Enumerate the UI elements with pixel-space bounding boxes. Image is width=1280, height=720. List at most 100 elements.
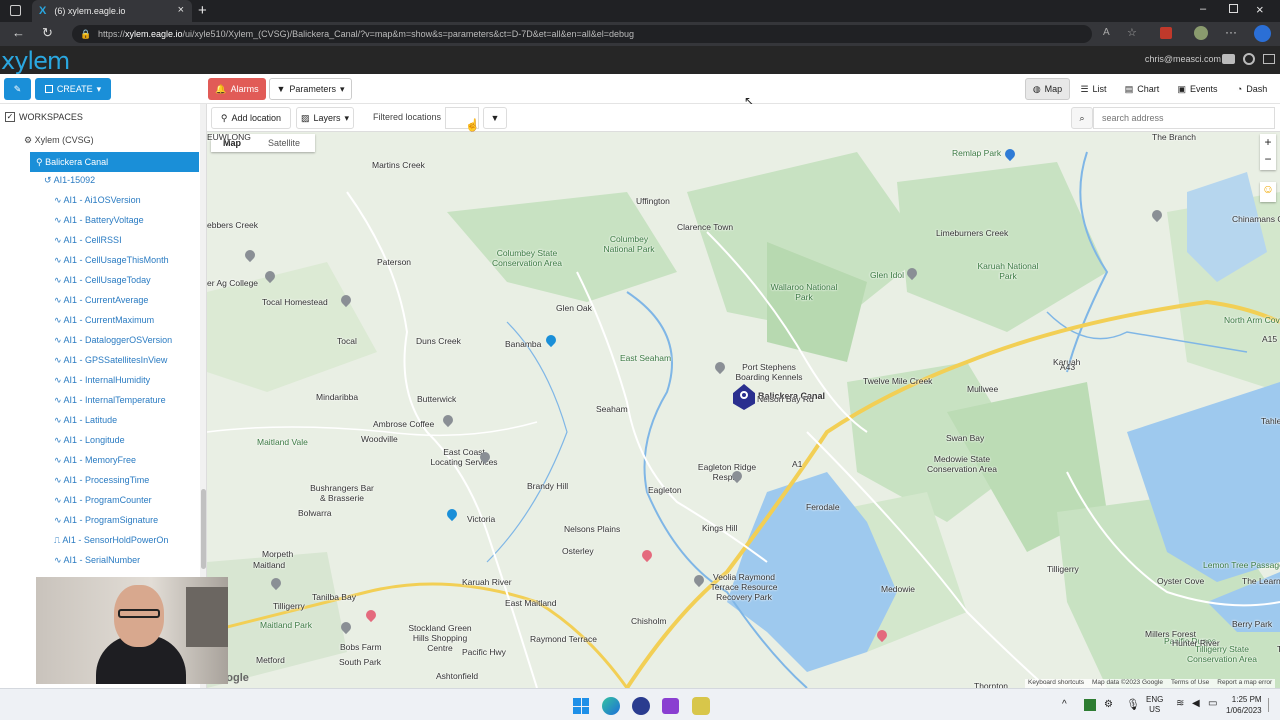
zoom-out-button[interactable]: − [1260,151,1276,168]
zoom-in-button[interactable]: + [1260,134,1276,151]
parameter-item[interactable]: ∿ AI1 - CellUsageThisMonth [54,255,169,266]
extension-icon[interactable] [1160,27,1172,39]
parameter-item[interactable]: ∿ AI1 - MemoryFree [54,455,136,466]
map-place-label: Ashtonfield [436,671,479,681]
search-address-input[interactable] [1093,107,1275,129]
microphone-icon[interactable]: 🎙 [1126,698,1140,711]
alarms-button[interactable]: 🔔 Alarms [208,78,266,100]
parameter-item[interactable]: ∿ AI1 - BatteryVoltage [54,215,144,226]
marker-target-icon [740,391,748,399]
parameter-item[interactable]: ∿ AI1 - DataloggerOSVersion [54,335,172,346]
favorite-icon[interactable]: ☆ [1127,26,1137,39]
tree-scroll-thumb[interactable] [201,489,206,569]
language-indicator[interactable]: ENG US [1146,695,1163,715]
dashboard-icon: ◔ [1236,84,1243,94]
parameter-item[interactable]: ∿ AI1 - CurrentAverage [54,295,148,306]
pen-app-icon[interactable] [632,697,650,715]
teams-tray-icon[interactable]: ⚙ [1104,699,1113,710]
map-place-label: The Learning Terrace Child Care... [1242,576,1280,586]
workspace-node[interactable]: ⚙ Xylem (CVSG) [24,135,94,146]
url-field[interactable]: 🔒 https://xylem.eagle.io/ui/xyle510/Xyle… [72,25,1092,43]
profile-avatar[interactable] [1194,26,1208,40]
tray-expand-icon[interactable]: ^ [1062,699,1067,710]
parameter-item[interactable]: ∿ AI1 - ProgramCounter [54,495,152,506]
tab-actions-icon[interactable] [10,5,21,16]
parameter-item[interactable]: ∿ AI1 - CellUsageToday [54,275,151,286]
map-place-label: Medowie [881,584,916,594]
map-type-satellite-button[interactable]: Satellite [253,134,315,152]
view-chart-button[interactable]: ▤ Chart [1118,78,1166,100]
map-canvas[interactable]: Map Satellite + − ☺ Balickera Canal Mart… [207,132,1280,688]
keyboard-icon[interactable] [1263,54,1275,64]
keyboard-shortcuts-link[interactable]: Keyboard shortcuts [1028,679,1084,688]
parameter-item[interactable]: ∿ AI1 - ProcessingTime [54,475,149,486]
parameter-label: AI1 - Longitude [63,435,125,445]
create-button[interactable]: CREATE ▾ [35,78,111,100]
reload-icon[interactable]: ↻ [42,25,53,41]
add-location-button[interactable]: ⚲ Add location [211,107,291,129]
search-button[interactable]: ⌕ [1071,107,1093,129]
waveform-icon: ∿ [54,395,64,405]
street-view-pegman-icon[interactable]: ☺ [1260,182,1276,202]
bing-icon[interactable] [1254,25,1271,42]
workspaces-checkbox[interactable]: ✓ [5,112,15,122]
parameter-item[interactable]: ∿ AI1 - ProgramSignature [54,515,158,526]
clock[interactable]: 1:25 PM 1/06/2023 [1226,694,1262,716]
source-icon: ↺ [44,175,52,185]
parameter-item[interactable]: ∿ AI1 - Ai1OSVersion [54,195,141,206]
minimize-button[interactable]: – [1200,3,1206,15]
user-menu[interactable]: chris@measci.com ▾ [1145,54,1228,65]
close-window-button[interactable]: × [1256,2,1264,17]
parameter-item[interactable]: ∿ AI1 - CellRSSI [54,235,122,246]
back-icon[interactable]: ← [12,25,25,40]
terms-link[interactable]: Terms of Use [1171,679,1209,688]
notes-app-icon[interactable] [692,697,710,715]
view-list-button[interactable]: ☰ List [1073,78,1114,100]
selected-location-node[interactable]: ⚲ Balickera Canal [30,152,199,172]
source-node[interactable]: ↺ AI1-15092 [44,175,95,186]
xylem-logo[interactable]: xylem [1,47,70,75]
more-menu-icon[interactable]: ··· [1225,25,1237,39]
map-data-text: Map data ©2023 Google [1092,679,1163,686]
map-place-label: Ambrose Coffee [373,419,435,429]
filter-button[interactable]: ▼ [483,107,507,129]
report-error-link[interactable]: Report a map error [1217,679,1272,688]
edge-icon[interactable] [602,697,620,715]
parameters-button[interactable]: ▼ Parameters ▾ [269,78,352,100]
zoom-control: + − [1260,134,1276,170]
map-place-label: Maitland [253,560,286,570]
view-dash-button[interactable]: ◔ Dash [1229,78,1275,100]
map-place-label: Paterson [377,257,412,267]
windows-start-icon[interactable] [573,698,589,714]
show-desktop-button[interactable] [1268,698,1274,712]
book-icon: ▣ [1177,83,1186,94]
parameter-item[interactable]: ∿ AI1 - InternalTemperature [54,395,166,406]
parameter-item[interactable]: ∿ AI1 - CurrentMaximum [54,315,154,326]
map-place-label: Glen Oak [556,303,592,313]
help-icon[interactable] [1243,53,1255,65]
read-aloud-icon[interactable]: A [1103,27,1110,38]
waveform-icon: ∿ [54,435,64,445]
parameter-item[interactable]: ∿ AI1 - Latitude [54,415,117,426]
browser-tab[interactable]: X (6) xylem.eagle.io × [32,0,192,22]
tray-app-icon[interactable] [1084,699,1096,711]
parameter-item[interactable]: ∿ AI1 - InternalHumidity [54,375,150,386]
close-tab-icon[interactable]: × [178,4,184,16]
tools-button[interactable]: ✎ [4,78,31,100]
new-tab-button[interactable]: + [198,2,207,19]
parameter-item[interactable]: ∿ AI1 - GPSSatellitesInView [54,355,167,366]
parameter-item[interactable]: ∿ AI1 - SerialNumber [54,555,140,566]
parameter-item[interactable]: ∿ AI1 - Longitude [54,435,125,446]
maximize-button[interactable] [1229,4,1238,13]
clipchamp-icon[interactable] [662,698,679,714]
chat-icon[interactable] [1222,54,1235,64]
view-events-button[interactable]: ▣ Events [1170,78,1225,100]
wifi-icon[interactable]: ≋ [1176,698,1184,709]
volume-icon[interactable]: ◀ [1192,698,1200,709]
battery-icon[interactable]: ▭ [1208,698,1217,709]
parameter-label: AI1 - MemoryFree [63,455,137,465]
map-place-label: Veolia Raymond Terrace Resource Recovery… [710,572,778,602]
parameter-item[interactable]: ⎍ AI1 - SensorHoldPowerOn [54,535,168,546]
layers-button[interactable]: ▨ Layers ▾ [296,107,354,129]
view-map-button[interactable]: ◍ Map [1025,78,1070,100]
